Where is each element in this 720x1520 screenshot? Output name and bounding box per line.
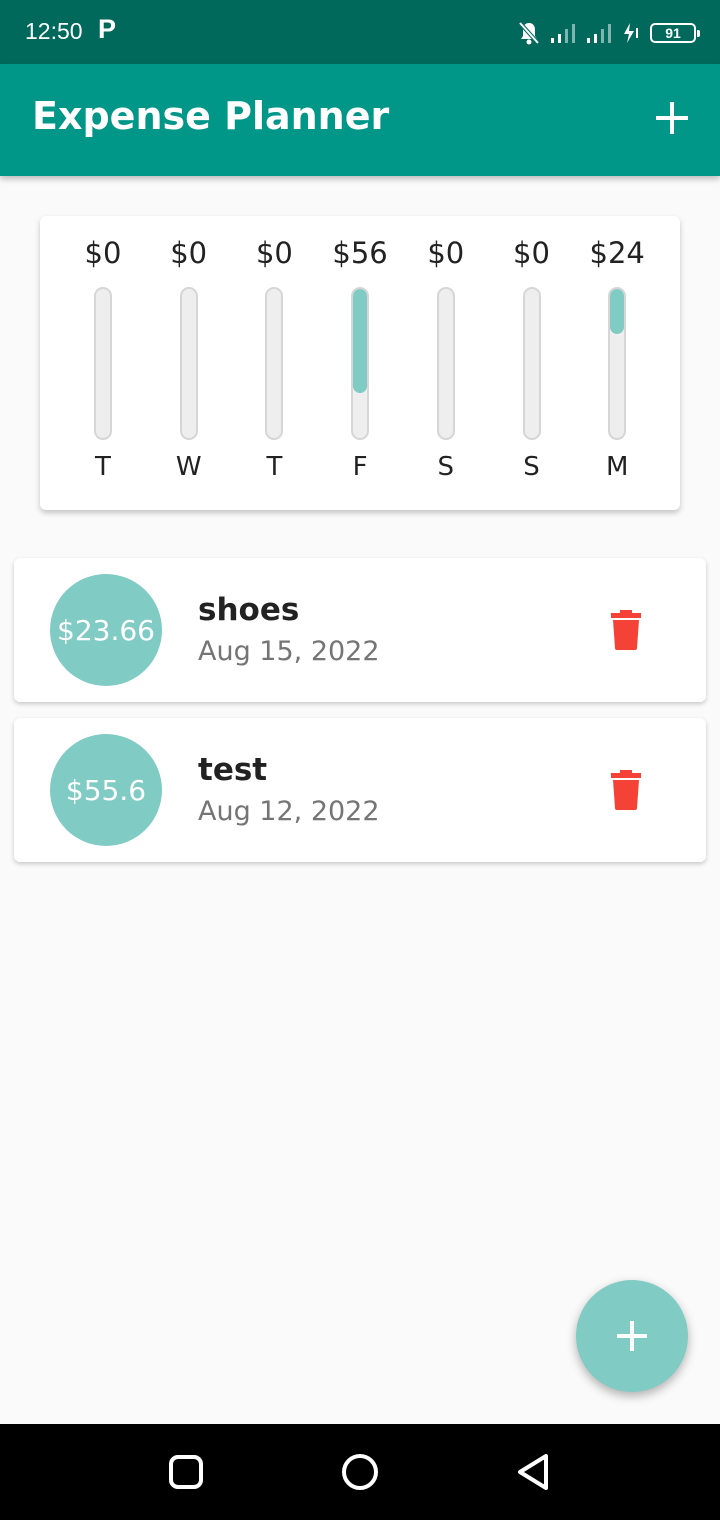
bar-track xyxy=(436,287,455,440)
bar-track xyxy=(179,287,198,440)
signal-icon xyxy=(587,24,611,43)
bar-amount-label: $0 xyxy=(84,236,122,270)
notification-app-icon: P xyxy=(98,14,117,44)
transaction-amount-badge: $23.66 xyxy=(50,574,162,686)
bar-track xyxy=(608,287,627,440)
bar-day-label: F xyxy=(352,452,368,482)
transaction-date: Aug 15, 2022 xyxy=(198,636,380,667)
app-bar: Expense Planner xyxy=(0,64,720,176)
chart-bar-2: $0 T xyxy=(231,216,317,510)
status-time: 12:50 xyxy=(25,18,83,44)
transaction-card-shoes: $23.66 shoes Aug 15, 2022 xyxy=(14,558,706,702)
add-transaction-fab[interactable] xyxy=(576,1280,688,1392)
bar-amount-label: $0 xyxy=(513,236,550,270)
bar-amount-label: $56 xyxy=(332,236,388,270)
delete-button[interactable] xyxy=(610,770,642,810)
chart-bar-1: $0 W xyxy=(146,216,232,510)
status-bar: 12:50 P 91 xyxy=(0,0,720,64)
bar-amount-label: $0 xyxy=(255,236,293,270)
bar-track xyxy=(522,287,541,440)
bar-day-label: T xyxy=(266,452,283,482)
plus-icon xyxy=(656,102,688,134)
recents-square-icon[interactable] xyxy=(166,1452,206,1492)
page-title: Expense Planner xyxy=(32,94,390,138)
bar-track xyxy=(351,287,370,440)
back-triangle-icon[interactable] xyxy=(514,1452,554,1492)
bar-amount-label: $0 xyxy=(170,236,208,270)
bar-fill xyxy=(610,289,625,334)
bar-track xyxy=(265,287,284,440)
transaction-title: test xyxy=(198,752,268,788)
delete-button[interactable] xyxy=(610,610,642,650)
bar-day-label: W xyxy=(175,452,202,482)
signal-icon xyxy=(551,24,575,43)
chart-bar-5: $0 S xyxy=(489,216,575,510)
status-icons: 91 xyxy=(518,18,700,48)
bar-day-label: S xyxy=(437,452,455,482)
system-nav-bar xyxy=(0,1424,720,1520)
bar-day-label: T xyxy=(95,452,111,482)
transaction-date: Aug 12, 2022 xyxy=(198,796,380,827)
transaction-amount-badge: $55.6 xyxy=(50,734,162,846)
bar-fill xyxy=(353,289,368,394)
transaction-card-test: $55.6 test Aug 12, 2022 xyxy=(14,718,706,862)
add-transaction-button[interactable] xyxy=(652,98,692,138)
trash-icon xyxy=(611,770,641,810)
trash-icon xyxy=(611,610,641,650)
chart-bar-6: $24 M xyxy=(574,216,660,510)
home-circle-icon[interactable] xyxy=(340,1452,380,1492)
plus-icon xyxy=(617,1321,647,1351)
weekly-chart-card: $0 T $0 W $0 T $56 F $0 S $0 S $24 M xyxy=(40,216,680,510)
transaction-title: shoes xyxy=(198,592,300,628)
bar-track xyxy=(94,287,112,440)
charging-icon xyxy=(624,23,638,43)
battery-indicator: 91 xyxy=(650,23,700,43)
bar-amount-label: $0 xyxy=(427,236,465,270)
bar-amount-label: $24 xyxy=(589,236,645,270)
chart-bar-0: $0 T xyxy=(60,216,146,510)
chart-bar-4: $0 S xyxy=(403,216,489,510)
bar-day-label: M xyxy=(605,452,629,482)
bar-day-label: S xyxy=(523,452,540,482)
bell-off-icon xyxy=(518,21,540,45)
chart-bar-3: $56 F xyxy=(317,216,403,510)
